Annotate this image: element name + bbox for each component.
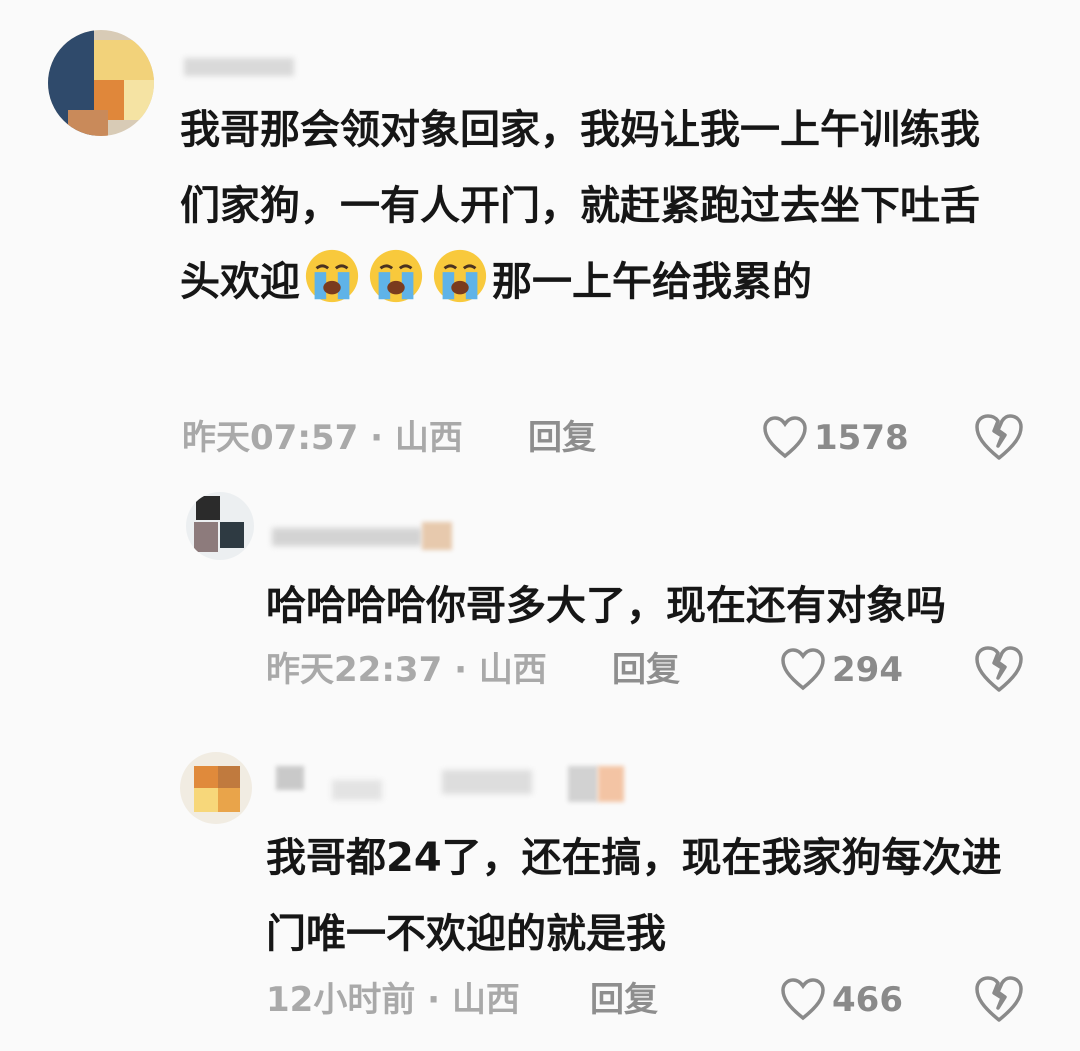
comment-text-part: 哈哈哈哈你哥多大了，现在还有对象吗 [266,583,946,629]
avatar[interactable] [186,492,254,560]
timestamp: 昨天07:57 [182,418,359,458]
separator: · [370,418,383,458]
location: 山西 [451,980,520,1020]
like-count: 294 [832,650,903,690]
comment-text-part: 那一上午给我累的 [492,259,812,305]
reply-button[interactable]: 回复 [528,416,596,460]
comment-text: 哈哈哈哈你哥多大了，现在还有对象吗 [266,568,1046,644]
reply-button[interactable]: 回复 [612,648,680,692]
like-count: 466 [832,980,903,1020]
like-count: 1578 [814,418,909,458]
like-button[interactable]: 294 [780,646,903,694]
broken-heart-icon[interactable] [974,414,1024,462]
broken-heart-icon[interactable] [974,646,1024,694]
loudly-crying-face-icon [433,249,487,303]
comment-meta: 昨天22:37 · 山西 [266,648,547,692]
avatar[interactable] [48,30,154,136]
broken-heart-icon[interactable] [974,976,1024,1024]
username-blurred[interactable] [184,48,304,88]
username-blurred[interactable] [272,762,652,812]
comment-meta: 12小时前 · 山西 [266,978,520,1022]
heart-outline-icon [781,648,825,691]
like-button[interactable]: 1578 [762,414,909,462]
location: 山西 [394,418,463,458]
heart-outline-icon [763,416,807,459]
comment-meta: 昨天07:57 · 山西 [182,416,463,460]
timestamp: 昨天22:37 [266,650,443,690]
comment-text: 我哥那会领对象回家，我妈让我一上午训练我们家狗，一有人开门，就赶紧跑过去坐下吐舌… [180,92,1010,320]
comment-text-part: 我哥都24了，还在搞，现在我家狗每次进门唯一不欢迎的就是我 [266,835,1002,957]
loudly-crying-face-icon [305,249,359,303]
username-blurred[interactable] [272,520,472,560]
avatar[interactable] [180,752,252,824]
reply-button[interactable]: 回复 [590,978,658,1022]
location: 山西 [478,650,547,690]
timestamp: 12小时前 [266,980,416,1020]
heart-outline-icon [781,978,825,1021]
separator: · [454,650,467,690]
like-button[interactable]: 466 [780,976,903,1024]
separator: · [427,980,441,1020]
loudly-crying-face-icon [369,249,423,303]
comment-text: 我哥都24了，还在搞，现在我家狗每次进门唯一不欢迎的就是我 [266,820,1006,972]
